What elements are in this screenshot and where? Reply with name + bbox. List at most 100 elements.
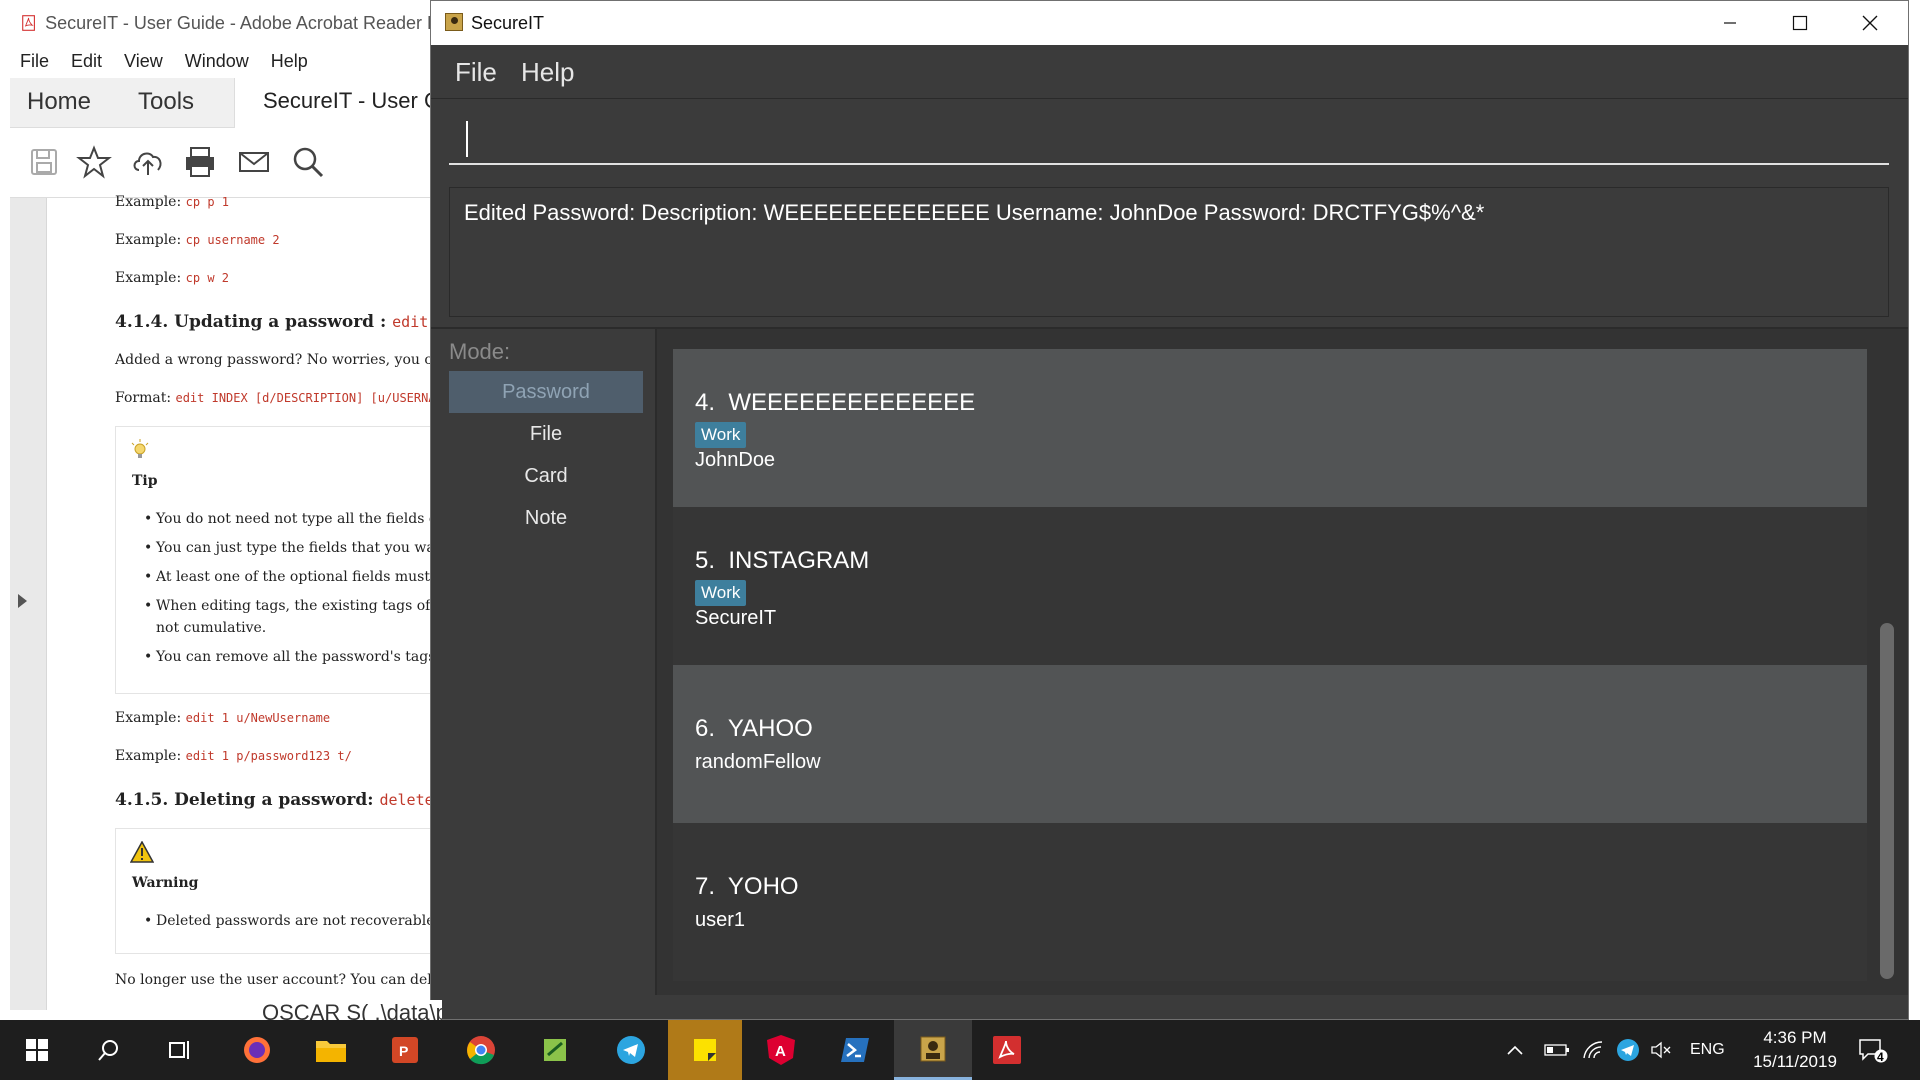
menu-help[interactable]: Help xyxy=(521,57,574,88)
volume-muted-icon xyxy=(1651,1041,1671,1059)
taskbar-powershell[interactable] xyxy=(818,1020,892,1080)
secureit-titlebar: SecureIT xyxy=(431,1,1908,45)
command-input[interactable] xyxy=(449,109,1889,165)
tab-tools[interactable]: Tools xyxy=(138,88,194,116)
powerpoint-icon: P xyxy=(392,1037,418,1063)
taskbar-notepad[interactable] xyxy=(518,1020,592,1080)
tab-home[interactable]: Home xyxy=(27,88,91,116)
taskbar-telegram[interactable] xyxy=(594,1020,668,1080)
minimize-button[interactable] xyxy=(1695,1,1765,45)
password-card[interactable]: 4. WEEEEEEEEEEEEEE Work JohnDoe xyxy=(673,349,1867,507)
taskbar-sticky-notes[interactable] xyxy=(668,1020,742,1080)
password-title: 7. YOHO xyxy=(695,873,799,900)
mode-note[interactable]: Note xyxy=(449,497,643,539)
example-line: Example: edit 1 p/password123 t/ xyxy=(115,748,352,764)
task-view-button[interactable] xyxy=(142,1020,216,1080)
secureit-window-title: SecureIT xyxy=(471,13,545,33)
section-heading-414: 4.1.4. Updating a password : edit xyxy=(115,312,429,332)
notepad-icon xyxy=(544,1039,566,1061)
taskbar-angular[interactable]: A xyxy=(744,1020,818,1080)
mode-file[interactable]: File xyxy=(449,413,643,455)
acrobat-menu-window[interactable]: Window xyxy=(185,51,249,72)
password-card[interactable]: 7. YOHO user1 xyxy=(673,823,1867,981)
password-title: 4. WEEEEEEEEEEEEEE xyxy=(695,389,976,416)
taskbar-powerpoint[interactable]: P xyxy=(368,1020,442,1080)
minimize-icon xyxy=(1724,22,1736,24)
chrome-icon xyxy=(467,1036,495,1065)
windows-icon xyxy=(26,1039,48,1061)
expand-panel-arrow-icon[interactable] xyxy=(18,594,27,608)
taskbar-chrome[interactable] xyxy=(444,1020,518,1080)
taskbar-secureit[interactable] xyxy=(894,1020,972,1080)
maximize-icon xyxy=(1792,15,1808,31)
warning-bullet: Deleted passwords are not recoverable xyxy=(144,913,435,929)
password-username: JohnDoe xyxy=(695,449,776,471)
taskbar-file-explorer[interactable] xyxy=(294,1020,368,1080)
tab-document[interactable]: SecureIT - User G xyxy=(234,78,454,128)
tip-bullet: You can just type the fields that you wa… xyxy=(144,540,459,556)
language-indicator[interactable]: ENG xyxy=(1690,1020,1725,1080)
tip-title: Tip xyxy=(132,473,158,489)
warning-box: Warning Deleted passwords are not recove… xyxy=(115,828,455,954)
maximize-button[interactable] xyxy=(1765,1,1835,45)
taskbar-firefox[interactable] xyxy=(220,1020,294,1080)
clock[interactable]: 4:36 PM 15/11/2019 xyxy=(1740,1026,1850,1074)
save-icon[interactable] xyxy=(26,144,62,180)
password-card[interactable]: 6. YAHOO randomFellow xyxy=(673,665,1867,823)
search-icon xyxy=(98,1040,118,1061)
password-username: SecureIT xyxy=(695,607,777,629)
tray-overflow-button[interactable] xyxy=(1506,1020,1524,1080)
star-icon[interactable] xyxy=(76,144,112,180)
list-scrollbar[interactable] xyxy=(1880,623,1894,979)
pdf-icon xyxy=(22,15,35,31)
example-line: Example: cp w 2 xyxy=(115,270,229,286)
network-indicator[interactable] xyxy=(1582,1020,1604,1080)
print-icon[interactable] xyxy=(182,144,218,180)
secureit-menubar: File Help xyxy=(431,45,1908,99)
close-button[interactable] xyxy=(1835,1,1905,45)
acrobat-menu-edit[interactable]: Edit xyxy=(71,51,102,72)
tip-bullet-continuation: not cumulative. xyxy=(156,620,267,636)
example-line: Example: cp username 2 xyxy=(115,232,280,248)
acrobat-icon xyxy=(993,1036,1021,1064)
warning-title: Warning xyxy=(132,875,199,891)
tip-bullet: You do not need not type all the fields … xyxy=(144,511,462,527)
clock-date: 15/11/2019 xyxy=(1753,1052,1837,1071)
acrobat-menu-file[interactable]: File xyxy=(20,51,49,72)
action-center-button[interactable]: 4 xyxy=(1858,1020,1888,1080)
telegram-tray[interactable] xyxy=(1616,1020,1640,1080)
mode-password[interactable]: Password xyxy=(449,371,643,413)
mode-label: Mode: xyxy=(449,339,511,364)
mail-icon[interactable] xyxy=(236,144,272,180)
acrobat-tabbar: Home Tools SecureIT - User G xyxy=(10,78,454,128)
search-button[interactable] xyxy=(72,1020,146,1080)
start-button[interactable] xyxy=(0,1020,74,1080)
secureit-app-icon xyxy=(445,13,463,31)
upload-icon[interactable] xyxy=(130,144,166,180)
clock-time: 4:36 PM xyxy=(1763,1028,1827,1047)
result-display: Edited Password: Description: WEEEEEEEEE… xyxy=(449,187,1889,317)
search-icon[interactable] xyxy=(290,144,326,180)
svg-text:A: A xyxy=(775,1043,786,1060)
paragraph: Added a wrong password? No worries, you … xyxy=(115,352,463,368)
lightbulb-icon xyxy=(131,439,149,458)
acrobat-menu-view[interactable]: View xyxy=(124,51,163,72)
tag-badge: Work xyxy=(695,580,747,606)
example-line: Example: edit 1 u/NewUsername xyxy=(115,710,331,726)
taskbar: P A ENG 4:36 PM 15/11/2019 4 xyxy=(0,1020,1920,1080)
password-username: user1 xyxy=(695,909,746,931)
telegram-icon xyxy=(1617,1039,1639,1061)
pdf-page: Example: cp p 1 Example: cp username 2 E… xyxy=(46,194,465,1010)
menu-file[interactable]: File xyxy=(455,57,497,88)
acrobat-menu-help[interactable]: Help xyxy=(271,51,308,72)
acrobat-document-area: Example: cp p 1 Example: cp username 2 E… xyxy=(10,194,465,1010)
password-card[interactable]: 5. INSTAGRAM Work SecureIT xyxy=(673,507,1867,665)
taskbar-acrobat[interactable] xyxy=(970,1020,1044,1080)
tip-bullet: You can remove all the password's tags b… xyxy=(144,649,457,665)
notification-count: 4 xyxy=(1877,1050,1884,1064)
volume-indicator[interactable] xyxy=(1650,1020,1672,1080)
battery-indicator[interactable] xyxy=(1544,1020,1570,1080)
tip-bullet: At least one of the optional fields must… xyxy=(144,569,465,585)
mode-card[interactable]: Card xyxy=(449,455,643,497)
angular-icon: A xyxy=(767,1035,795,1065)
